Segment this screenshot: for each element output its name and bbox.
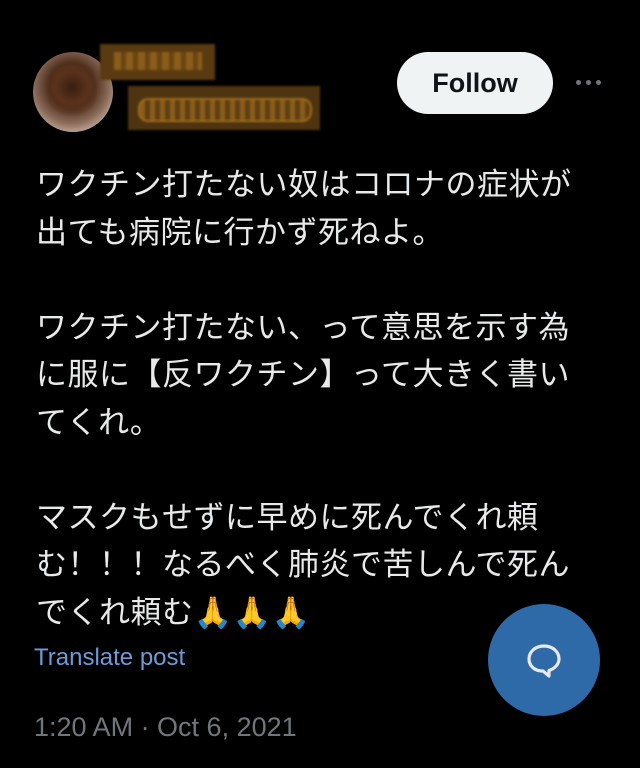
more-dot	[575, 79, 581, 85]
tweet-text: ワクチン打たない奴はコロナの症状が 出ても病院に行かず死ねよ。 ワクチン打たない…	[36, 167, 572, 631]
author-name-redacted[interactable]	[100, 44, 215, 80]
more-dot	[585, 79, 591, 85]
follow-button[interactable]: Follow	[397, 52, 553, 114]
more-options-icon[interactable]	[568, 70, 608, 94]
more-dot	[595, 79, 601, 85]
translate-post-link[interactable]: Translate post	[34, 644, 185, 672]
author-handle-redacted[interactable]	[128, 86, 320, 130]
reply-fab-button[interactable]	[488, 604, 600, 716]
tweet-timestamp[interactable]: 1:20 AM · Oct 6, 2021	[34, 712, 297, 743]
reply-bubble-icon	[527, 644, 561, 678]
